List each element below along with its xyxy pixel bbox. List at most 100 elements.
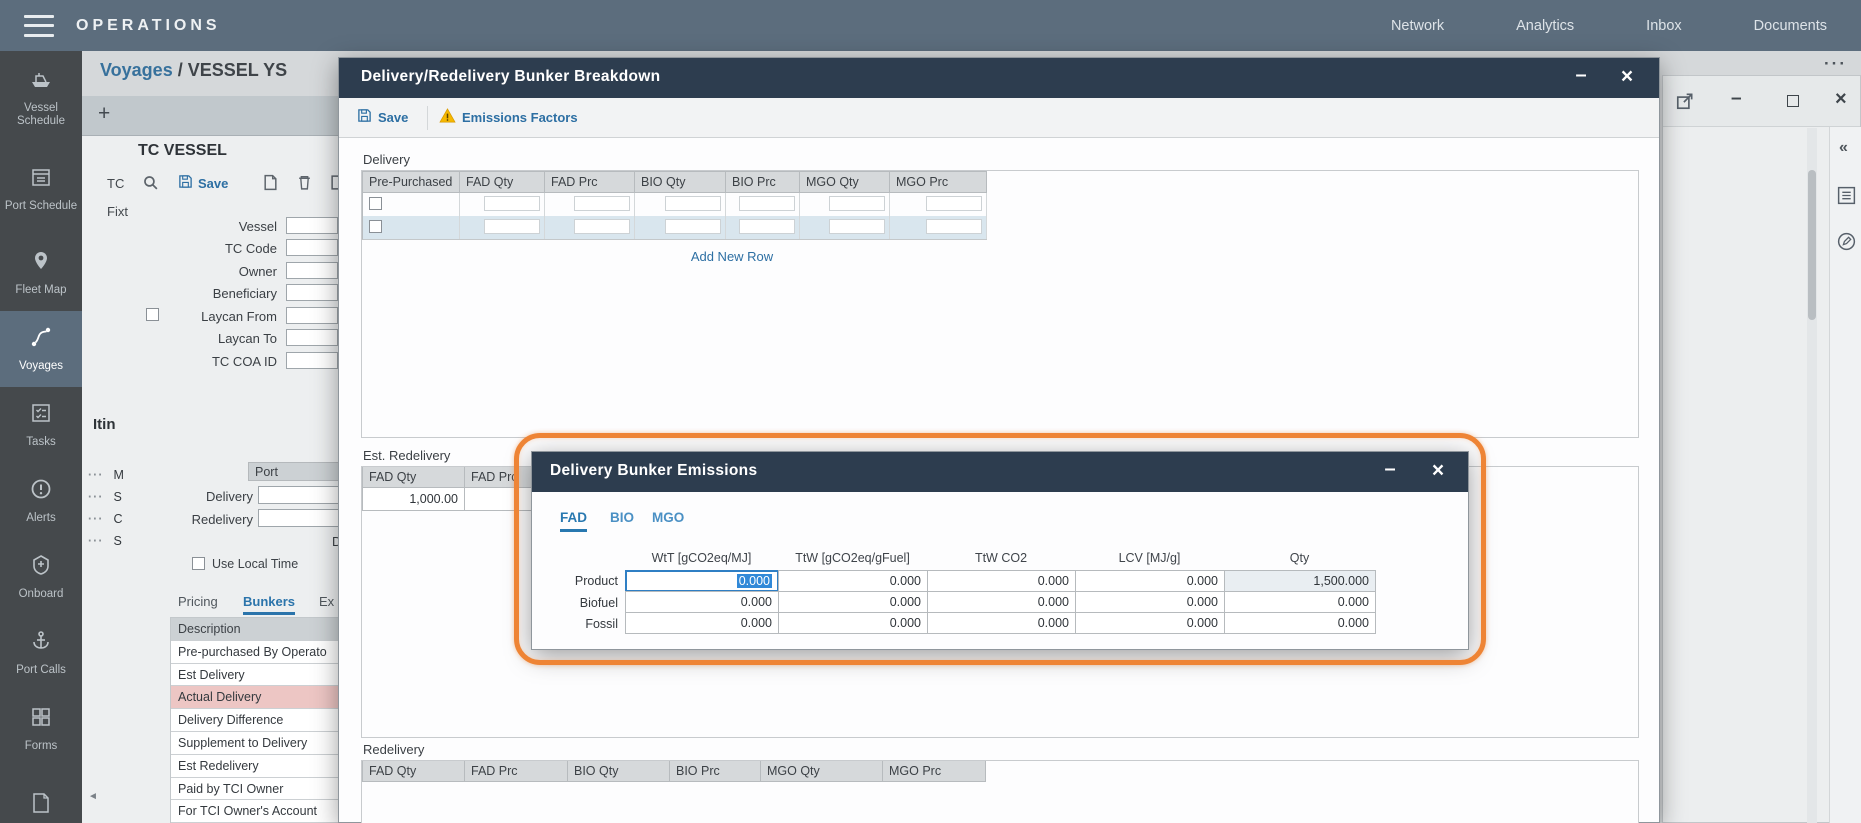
laycan-from-input[interactable] [286, 307, 338, 324]
bio-qty-cell[interactable] [635, 216, 726, 239]
biofuel-ttw-co2-cell[interactable]: 0.000 [927, 591, 1076, 613]
collapse-panel-icon[interactable]: « [1839, 139, 1848, 157]
sidebar-item-alerts[interactable]: Alerts [0, 463, 82, 539]
biofuel-wtt-cell[interactable]: 0.000 [625, 591, 779, 613]
sidebar-item-voyages[interactable]: Voyages [0, 311, 82, 387]
itin-row-4[interactable]: ···S [88, 534, 122, 548]
sidebar-item-onboard[interactable]: Onboard [0, 539, 82, 615]
vessel-input[interactable] [286, 217, 338, 234]
close-icon[interactable]: × [1418, 452, 1458, 492]
biofuel-qty-cell[interactable]: 0.000 [1224, 591, 1376, 613]
est-redelivery-fad-qty-value[interactable]: 1,000.00 [362, 488, 465, 511]
maximize-icon[interactable] [1787, 95, 1799, 107]
sidebar-item-port-calls[interactable]: Port Calls [0, 615, 82, 691]
nav-network[interactable]: Network [1391, 18, 1444, 34]
mgo-prc-cell[interactable] [890, 193, 987, 216]
panel-save-button[interactable]: Save [178, 174, 228, 192]
fad-qty-cell[interactable] [460, 216, 545, 239]
tab-bio[interactable]: BIO [610, 510, 634, 525]
bio-prc-cell[interactable] [726, 193, 800, 216]
close-icon[interactable]: × [1835, 88, 1847, 111]
emissions-factors-button[interactable]: Emissions Factors [439, 108, 578, 126]
bio-qty-cell[interactable] [635, 193, 726, 216]
search-icon[interactable] [142, 174, 159, 191]
mgo-qty-cell[interactable] [800, 216, 890, 239]
fad-qty-cell[interactable] [460, 193, 545, 216]
use-local-time-checkbox[interactable] [192, 557, 205, 570]
sidebar-item-forms[interactable]: Forms [0, 691, 82, 767]
modal-save-button[interactable]: Save [357, 108, 408, 126]
product-lcv-cell[interactable]: 0.000 [1075, 570, 1225, 592]
delivery-table-header: Pre-Purchased FAD Qty FAD Prc BIO Qty BI… [363, 172, 987, 193]
biofuel-lcv-cell[interactable]: 0.000 [1075, 591, 1225, 613]
product-ttw-co2-cell[interactable]: 0.000 [927, 570, 1076, 592]
redelivery-section-box: FAD Qty FAD Prc BIO Qty BIO Prc MGO Qty … [361, 760, 1639, 823]
pre-purchased-checkbox[interactable] [369, 197, 382, 210]
scroll-left-arrow-icon[interactable]: ◄ [88, 791, 98, 802]
beneficiary-input[interactable] [286, 284, 338, 301]
app-root: OPERATIONS Network Analytics Inbox Docum… [0, 0, 1861, 823]
tab-mgo[interactable]: MGO [652, 510, 684, 525]
pre-purchased-checkbox[interactable] [369, 220, 382, 233]
trash-icon[interactable] [296, 174, 313, 191]
sidebar-item-tasks[interactable]: Tasks [0, 387, 82, 463]
add-tab-button[interactable]: + [98, 102, 110, 126]
open-external-icon[interactable] [1675, 91, 1695, 111]
nav-analytics[interactable]: Analytics [1516, 18, 1574, 34]
laycan-from-checkbox[interactable] [146, 308, 159, 321]
nav-documents[interactable]: Documents [1754, 18, 1827, 34]
more-options-icon[interactable]: ··· [1824, 54, 1847, 74]
sidebar-item-vessel-schedule[interactable]: Vessel Schedule [0, 51, 82, 143]
anchor-icon [29, 629, 53, 658]
fossil-ttw-fuel-cell[interactable]: 0.000 [778, 612, 928, 634]
laycan-to-input[interactable] [286, 329, 338, 346]
tasks-icon [29, 401, 53, 430]
tc-code-input[interactable] [286, 239, 338, 256]
sidebar-item-fleet-map[interactable]: Fleet Map [0, 235, 82, 311]
fossil-ttw-co2-cell[interactable]: 0.000 [927, 612, 1076, 634]
fad-prc-cell[interactable] [545, 216, 635, 239]
minimize-icon[interactable]: – [1561, 58, 1601, 98]
panel-title: TC VESSEL [138, 142, 227, 160]
tab-fad[interactable]: FAD [560, 510, 587, 532]
add-new-row-link[interactable]: Add New Row [642, 249, 822, 264]
bio-prc-cell[interactable] [726, 216, 800, 239]
tab-pricing[interactable]: Pricing [178, 594, 218, 609]
breadcrumb-voyages-link[interactable]: Voyages [100, 60, 173, 80]
itin-row-3[interactable]: ···C [88, 512, 123, 526]
itin-row-2[interactable]: ···S [88, 490, 122, 504]
hamburger-menu-icon[interactable] [24, 15, 54, 37]
fossil-wtt-cell[interactable]: 0.000 [625, 612, 779, 634]
itin-row-1[interactable]: ···M [88, 468, 124, 482]
minimize-icon[interactable]: – [1731, 88, 1742, 110]
tab-bunkers[interactable]: Bunkers [243, 594, 295, 615]
nav-inbox[interactable]: Inbox [1646, 18, 1681, 34]
product-ttw-fuel-cell[interactable]: 0.000 [778, 570, 928, 592]
sidebar-item-port-schedule[interactable]: Port Schedule [0, 143, 82, 235]
redelivery-port-input[interactable] [258, 509, 340, 527]
mgo-qty-cell[interactable] [800, 193, 890, 216]
minimize-icon[interactable]: – [1370, 452, 1410, 492]
list-panel-icon[interactable] [1836, 185, 1857, 206]
mgo-prc-cell[interactable] [890, 216, 987, 239]
biofuel-ttw-fuel-cell[interactable]: 0.000 [778, 591, 928, 613]
fossil-lcv-cell[interactable]: 0.000 [1075, 612, 1225, 634]
close-icon[interactable]: × [1607, 58, 1647, 98]
sidebar-item-partial[interactable] [0, 767, 82, 823]
field-label-owner: Owner [117, 264, 277, 279]
row-label-product: Product [532, 574, 618, 588]
col-ttw-fuel: TtW [gCO2eq/gFuel] [778, 551, 927, 565]
fossil-qty-cell[interactable]: 0.000 [1224, 612, 1376, 634]
product-wtt-cell[interactable]: 0.000 [625, 570, 779, 592]
field-label-tc-code: TC Code [117, 241, 277, 256]
scrollbar-track[interactable] [1807, 128, 1817, 823]
owner-input[interactable] [286, 262, 338, 279]
tab-exposure[interactable]: Ex [319, 594, 334, 609]
edit-pen-icon[interactable] [1836, 231, 1857, 252]
copy-document-icon[interactable] [262, 174, 279, 191]
breadcrumb: Voyages / VESSEL YS [100, 60, 287, 81]
delivery-port-input[interactable] [258, 486, 340, 504]
fad-prc-cell[interactable] [545, 193, 635, 216]
scrollbar-thumb[interactable] [1808, 170, 1816, 320]
tc-coa-id-input[interactable] [286, 352, 338, 369]
